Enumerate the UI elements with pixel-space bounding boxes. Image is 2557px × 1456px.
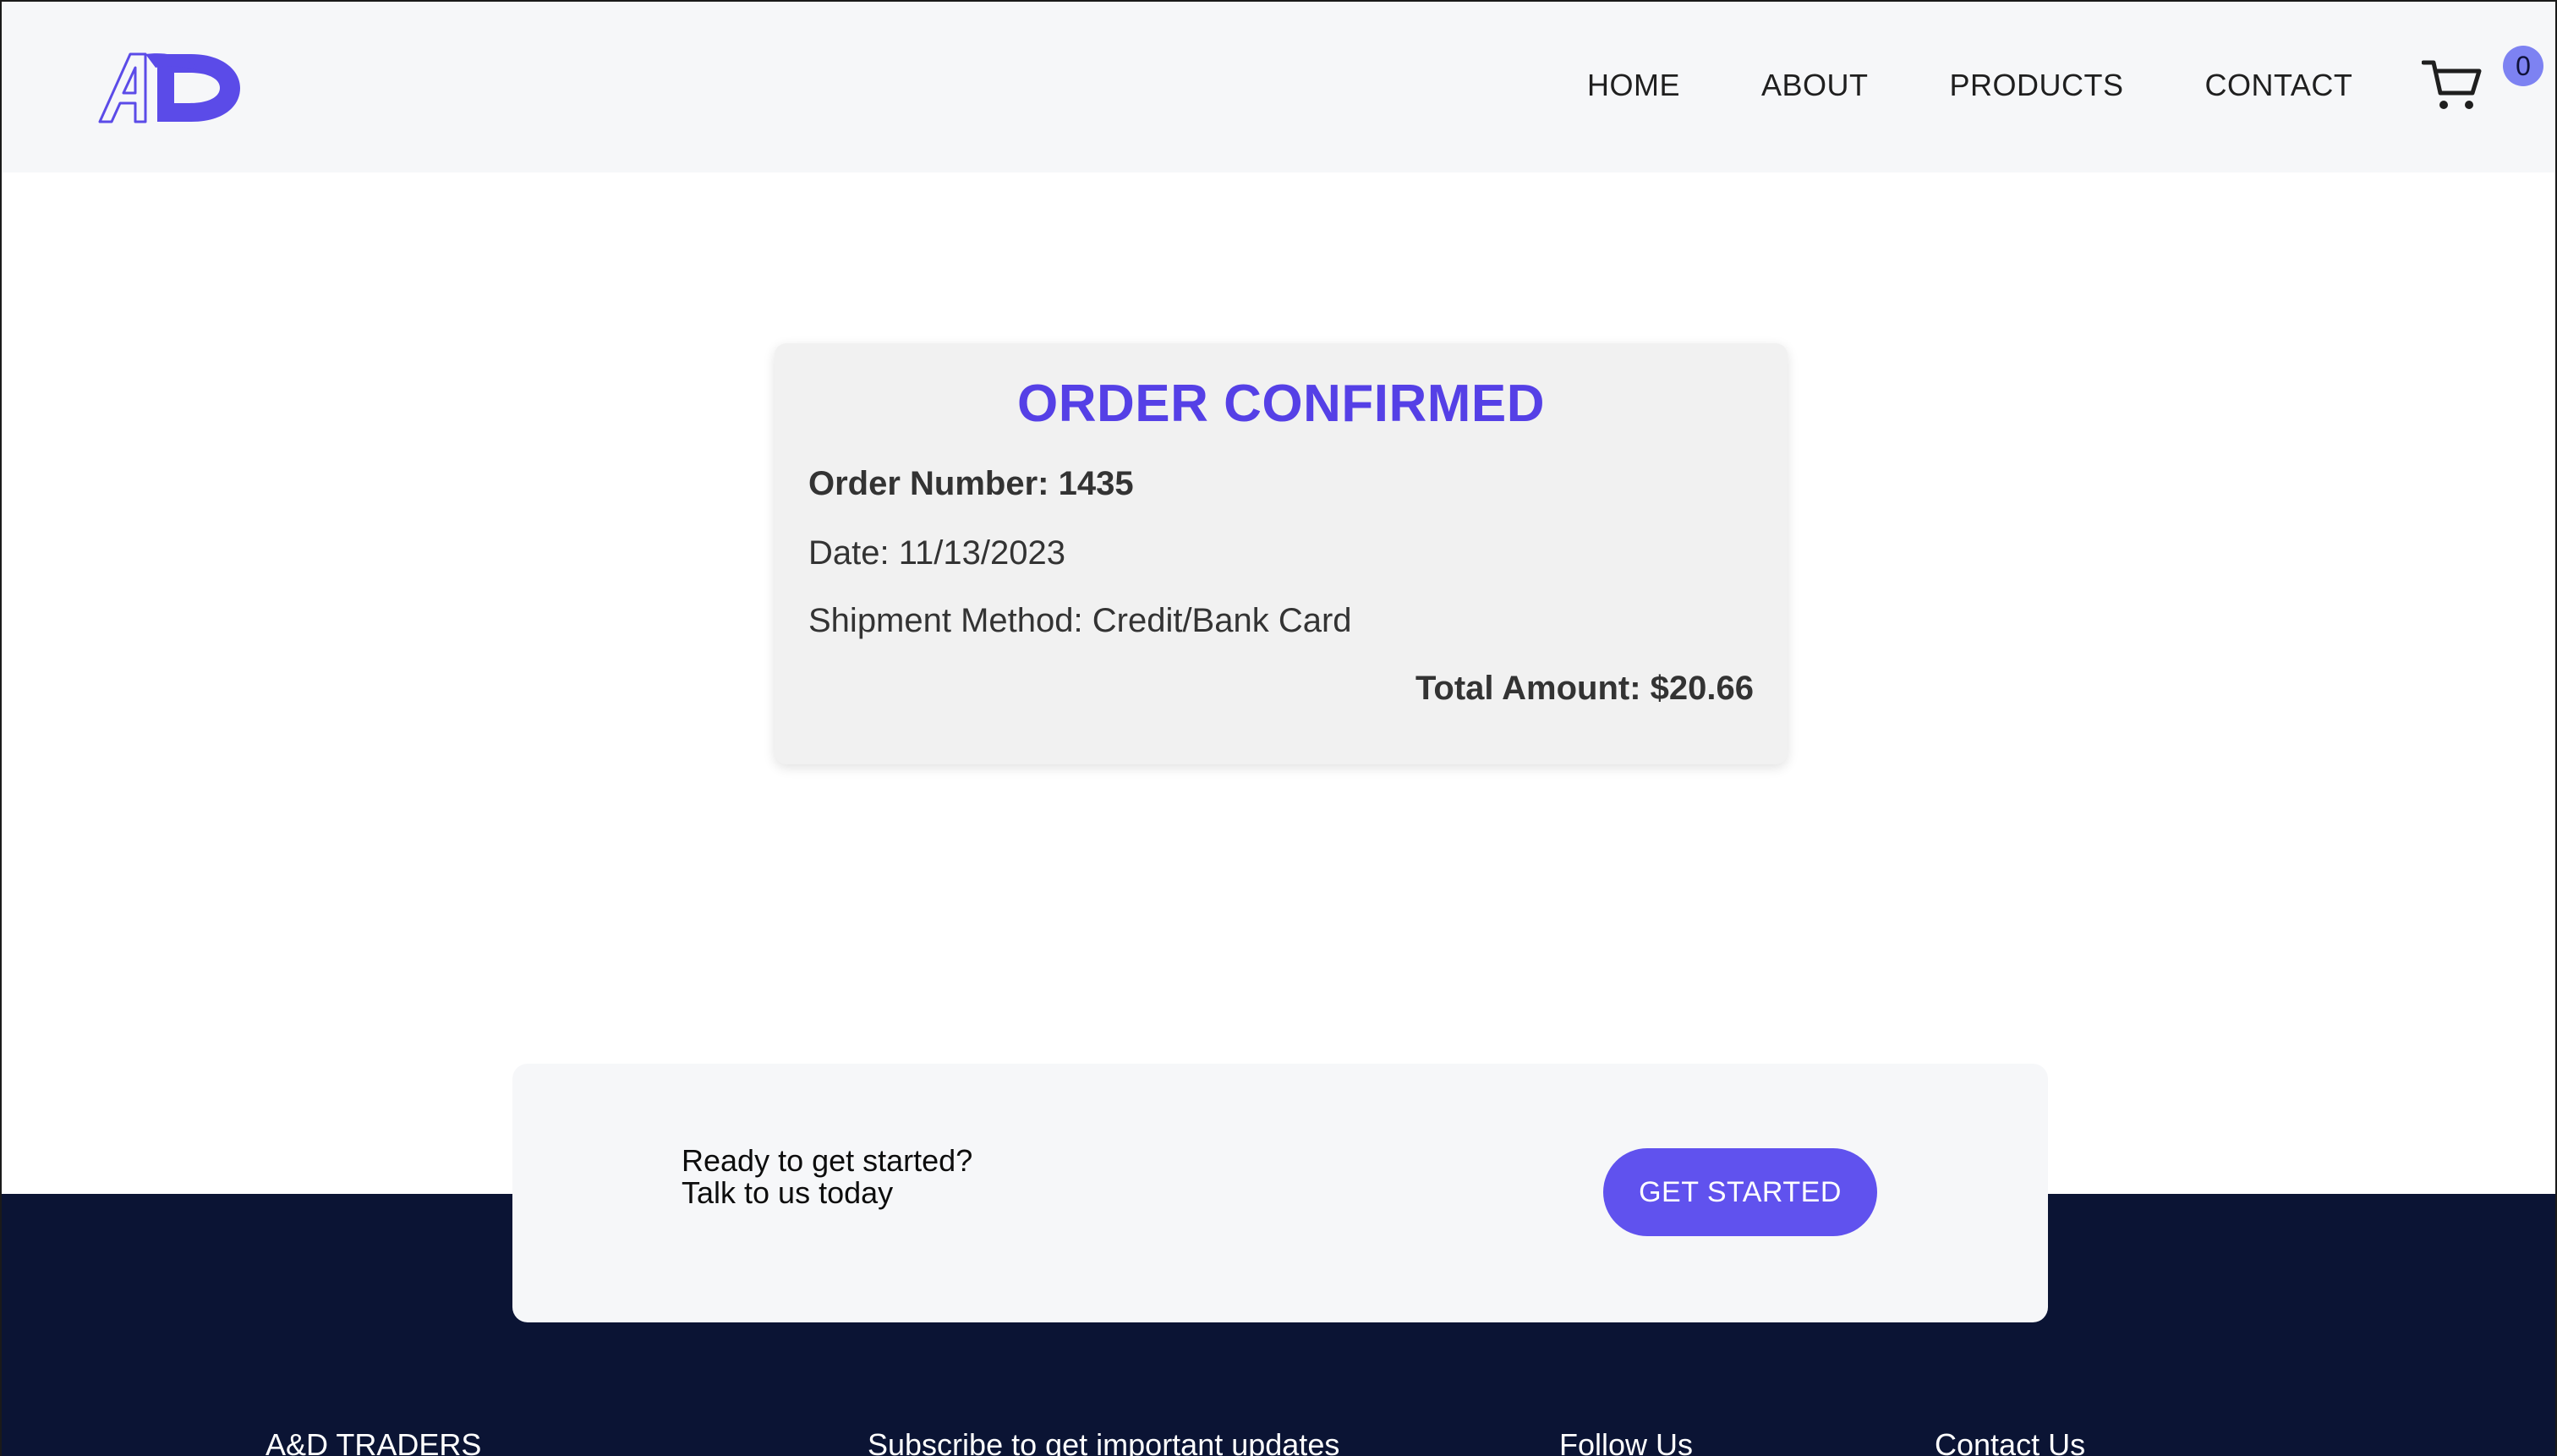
footer-contact-title: Contact Us bbox=[1935, 1427, 2086, 1456]
main-nav: HOME ABOUT PRODUCTS CONTACT bbox=[1587, 68, 2352, 103]
cart-icon[interactable] bbox=[2422, 54, 2483, 115]
cart-count-badge: 0 bbox=[2503, 46, 2543, 86]
shipment-method: Shipment Method: Credit/Bank Card bbox=[808, 602, 1352, 639]
nav-contact[interactable]: CONTACT bbox=[2205, 68, 2353, 103]
get-started-button[interactable]: GET STARTED bbox=[1603, 1148, 1877, 1236]
cta-line-1: Ready to get started? bbox=[682, 1143, 973, 1178]
brand-logo[interactable] bbox=[96, 47, 242, 127]
nav-products[interactable]: PRODUCTS bbox=[1950, 68, 2124, 103]
navbar: HOME ABOUT PRODUCTS CONTACT 0 bbox=[2, 2, 2555, 172]
footer-subscribe-title: Subscribe to get important updates bbox=[868, 1427, 1340, 1456]
footer-follow-title: Follow Us bbox=[1559, 1427, 1694, 1456]
order-date: Date: 11/13/2023 bbox=[808, 534, 1065, 572]
footer-brand-title: A&D TRADERS bbox=[266, 1427, 482, 1456]
order-title: ORDER CONFIRMED bbox=[1016, 375, 1546, 433]
order-confirmation-card: ORDER CONFIRMED Order Number: 1435 Date:… bbox=[775, 343, 1788, 764]
nav-about[interactable]: ABOUT bbox=[1761, 68, 1869, 103]
cta-text: Ready to get started? Talk to us today bbox=[682, 1145, 972, 1209]
cta-line-2: Talk to us today bbox=[682, 1175, 894, 1210]
cta-card: Ready to get started? Talk to us today G… bbox=[512, 1064, 2048, 1322]
page: HOME ABOUT PRODUCTS CONTACT 0 ORDER CONF… bbox=[0, 0, 2557, 1456]
order-total: Total Amount: $20.66 bbox=[1415, 670, 1754, 707]
nav-home[interactable]: HOME bbox=[1587, 68, 1680, 103]
order-number: Order Number: 1435 bbox=[808, 465, 1134, 502]
